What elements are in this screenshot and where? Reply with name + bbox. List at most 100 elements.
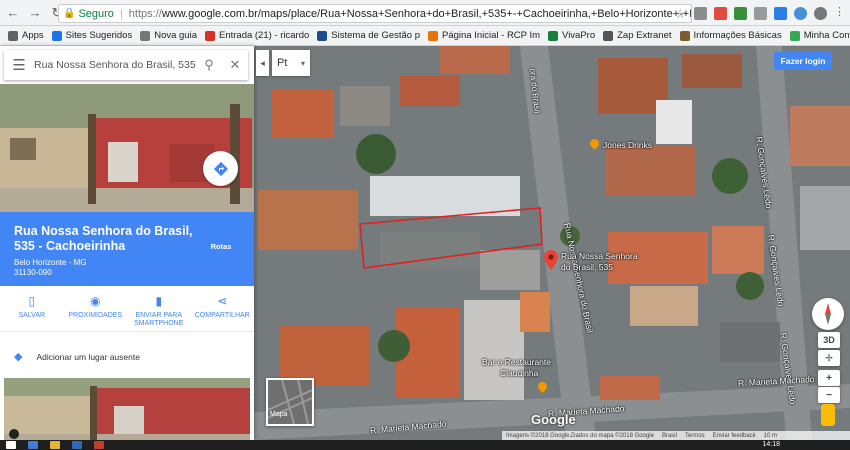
chevron-left-icon: ◂ — [260, 57, 265, 68]
compass-icon[interactable] — [812, 298, 844, 330]
pin-label: do Brasil, 535 — [561, 262, 613, 272]
login-button[interactable]: Fazer login — [774, 52, 832, 70]
extension-icon[interactable] — [754, 7, 767, 20]
share-button[interactable]: ⋖ COMPARTILHAR — [191, 286, 255, 331]
send-to-phone-button[interactable]: ▮ ENVIAR PARA SMARTPHONE — [127, 286, 191, 331]
imagery-credit: Imagens ©2018 Google,Dados do mapa ©2018… — [506, 432, 654, 439]
3d-button[interactable]: 3D — [818, 332, 840, 348]
poi-label[interactable]: Claudinha — [500, 368, 538, 378]
save-label: SALVAR — [18, 312, 46, 319]
language-value: Pt — [277, 57, 288, 69]
back-icon[interactable]: ← — [4, 4, 22, 22]
extension-icon[interactable] — [714, 7, 727, 20]
poi-label[interactable]: Bar e Restaurante — [482, 357, 551, 367]
location-pin-icon[interactable] — [544, 250, 558, 275]
scale-label: 10 m — [763, 432, 778, 439]
url-main: www.google.com.br/maps/place/Rua+Nossa+S… — [161, 7, 691, 20]
bookmark-label: Sistema de Gestão p — [331, 30, 420, 41]
send-to-phone-label: ENVIAR PARA SMARTPHONE — [134, 312, 184, 327]
place-city: Belo Horizonte - MG — [14, 258, 87, 267]
taskbar-app-icon[interactable] — [72, 441, 82, 449]
url-prefix: https:// — [128, 7, 162, 20]
terms-link[interactable]: Termos — [685, 433, 705, 439]
search-input[interactable]: Rua Nossa Senhora do Brasil, 535 — [34, 59, 196, 71]
extension-icon[interactable] — [794, 7, 807, 20]
country-link[interactable]: Brasil — [662, 433, 677, 439]
share-icon: ⋖ — [217, 294, 228, 308]
lock-icon: 🔒 — [63, 8, 76, 19]
rotate-icon[interactable]: ✢ — [818, 350, 840, 366]
taskbar-app-icon[interactable] — [28, 441, 38, 449]
url-text: https://www.google.com.br/maps/place/Rua… — [128, 7, 691, 20]
bookmark-label: Apps — [22, 30, 44, 41]
add-place-label: Adicionar um lugar ausente — [36, 351, 140, 362]
nearby-button[interactable]: ◉ PROXIMIDADES — [64, 286, 128, 331]
close-icon[interactable]: ✕ — [222, 57, 248, 73]
bookmark-label: Informações Básicas — [693, 30, 782, 41]
pegman-icon[interactable] — [821, 404, 835, 426]
street-photo[interactable] — [4, 378, 250, 444]
map-type-label: Mapa — [270, 411, 288, 418]
add-missing-place-link[interactable]: ◆ Adicionar um lugar ausente — [14, 350, 140, 363]
place-title: Rua Nossa Senhora do Brasil, 535 - Cacho… — [14, 224, 193, 253]
bookmark-icon — [317, 30, 328, 41]
zoom-in-button[interactable]: + — [818, 370, 840, 386]
extension-icon[interactable] — [774, 7, 787, 20]
bookmark-icon — [428, 30, 438, 41]
place-address: Belo Horizonte - MG 31130-090 — [14, 258, 86, 278]
phone-icon: ▮ — [155, 294, 163, 308]
zoom-out-button[interactable]: − — [818, 387, 840, 403]
start-icon[interactable] — [6, 441, 16, 449]
nearby-icon: ◉ — [90, 294, 101, 308]
profile-icon[interactable] — [814, 7, 827, 20]
bookmark-item[interactable]: Informações Básicas — [679, 30, 782, 41]
address-bar[interactable]: 🔒 Seguro | https://www.google.com.br/map… — [58, 4, 692, 23]
address-separator: | — [119, 7, 123, 20]
menu-icon[interactable]: ⋮ — [834, 7, 847, 20]
poi-label[interactable]: Jones Drinks — [603, 140, 652, 150]
taskbar-app-icon[interactable] — [94, 441, 104, 449]
bookmark-label: Minha Conta | bom — [803, 30, 850, 41]
secure-label: Seguro — [78, 7, 114, 20]
place-zip: 31130-090 — [14, 268, 52, 277]
bookmark-item[interactable]: Página Inicial - RCP Im — [428, 30, 540, 41]
bookmark-label: Sites Sugeridos — [65, 30, 133, 41]
hamburger-menu-icon[interactable]: ☰ — [4, 56, 34, 74]
extension-icon[interactable] — [734, 7, 747, 20]
bookmark-item[interactable]: Sites Sugeridos — [51, 30, 133, 41]
bookmark-item[interactable]: Minha Conta | bom — [789, 30, 850, 41]
share-label: COMPARTILHAR — [194, 312, 250, 319]
place-panel: ☰ Rua Nossa Senhora do Brasil, 535 ⚲ ✕ R… — [0, 46, 255, 444]
save-button[interactable]: ▯ SALVAR — [0, 286, 64, 331]
bookmark-item[interactable]: Nova guia — [140, 30, 197, 41]
bookmark-star-icon[interactable]: ☆ — [674, 6, 686, 22]
bookmark-item[interactable]: Sistema de Gestão p — [317, 30, 420, 41]
pin-label: Rua Nossa Senhora — [561, 251, 638, 261]
bookmark-item[interactable]: VivaPro — [548, 30, 595, 41]
directions-button[interactable] — [203, 151, 238, 186]
bookmark-item[interactable]: Entrada (21) - ricardo — [204, 30, 310, 41]
bookmark-label: Nova guia — [154, 30, 197, 41]
bookmark-item[interactable]: Apps — [8, 30, 44, 41]
search-icon[interactable]: ⚲ — [196, 57, 222, 73]
taskbar-app-icon[interactable] — [50, 441, 60, 449]
browser-toolbar: ← → ↻ 🔒 Seguro | https://www.google.com.… — [0, 0, 850, 26]
bookmark-label: VivaPro — [562, 30, 596, 41]
map-type-toggle[interactable] — [266, 378, 314, 426]
taskbar — [0, 440, 850, 450]
directions-icon — [213, 161, 228, 176]
language-select[interactable]: Pt ▾ — [272, 50, 310, 76]
feedback-link[interactable]: Enviar feedback — [713, 433, 756, 439]
bookmark-label: Entrada (21) - ricardo — [218, 30, 310, 41]
bookmark-icon — [140, 30, 151, 41]
bookmark-item[interactable]: Zap Extranet — [603, 30, 672, 41]
place-photo[interactable] — [0, 84, 254, 212]
collapse-panel-button[interactable]: ◂ — [256, 50, 269, 76]
chevron-down-icon: ▾ — [300, 58, 305, 68]
google-logo: Google — [531, 412, 576, 427]
forward-icon[interactable]: → — [26, 4, 44, 22]
extension-icon[interactable] — [694, 7, 707, 20]
directions-label[interactable]: Rotas — [204, 242, 238, 251]
bookmark-icon — [204, 30, 215, 41]
bookmark-label: Página Inicial - RCP Im — [442, 30, 541, 41]
